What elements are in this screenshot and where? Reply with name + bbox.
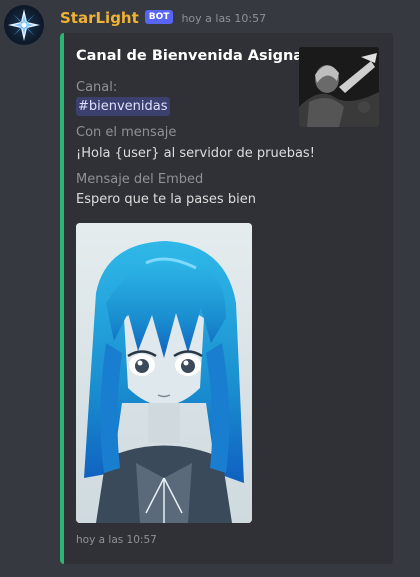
chat-message: StarLight BOT hoy a las 10:57 Canal de B… (0, 0, 420, 577)
embed-thumbnail[interactable] (299, 47, 379, 127)
bot-badge: BOT (144, 10, 174, 24)
embed-footer-timestamp: hoy a las 10:57 (76, 534, 157, 546)
field-name-channel: Canal: (76, 80, 118, 95)
embed-title: Canal de Bienvenida Asignado (76, 48, 324, 64)
message-timestamp: hoy a las 10:57 (181, 11, 267, 25)
field-name-message: Con el mensaje (76, 125, 177, 140)
field-value-message: ¡Hola {user} al servidor de pruebas! (76, 146, 315, 161)
anime-portrait-image (76, 223, 252, 523)
field-value-embed-message: Espero que te la pases bien (76, 192, 256, 207)
message-header: StarLight BOT hoy a las 10:57 (60, 8, 266, 28)
author-name[interactable]: StarLight (60, 9, 139, 27)
field-name-embed-message: Mensaje del Embed (76, 172, 204, 187)
embed-image[interactable] (76, 223, 252, 523)
star-logo-icon (8, 9, 40, 41)
bot-avatar[interactable] (4, 5, 44, 45)
embed-card: Canal de Bienvenida Asignado Canal: #bie… (60, 33, 393, 564)
thumbnail-image (299, 47, 379, 127)
channel-mention[interactable]: #bienvenidas (76, 97, 170, 116)
